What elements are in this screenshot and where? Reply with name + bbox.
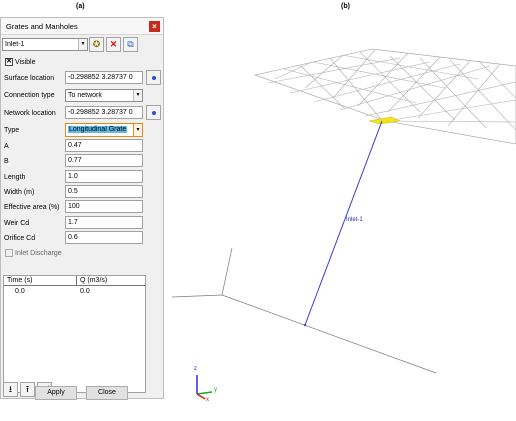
- inlet-select-value: Inlet-1: [5, 41, 25, 48]
- chevron-down-icon[interactable]: ▾: [133, 124, 142, 136]
- param-b-value: 0.77: [68, 157, 82, 164]
- pick-surface-location-button[interactable]: [146, 70, 161, 85]
- type-value: Longitudinal Grate: [68, 126, 128, 133]
- network-location-label: Network location: [4, 110, 56, 117]
- network-ground: [171, 247, 437, 374]
- inlet-connector-line[interactable]: [304, 120, 383, 326]
- param-a-value: 0.47: [68, 142, 82, 149]
- discharge-table[interactable]: Time (s) Q (m3/s) 0.0 0.0: [3, 275, 146, 393]
- length-label: Length: [4, 174, 26, 181]
- close-button[interactable]: Close: [86, 386, 128, 400]
- axis-y-label: y: [214, 387, 217, 393]
- effective-area-field[interactable]: 100: [65, 200, 143, 213]
- width-label: Width (m): [4, 189, 35, 196]
- export-button[interactable]: ⭱: [20, 382, 35, 397]
- param-a-label: A: [4, 143, 9, 150]
- surface-location-field[interactable]: -0.298852 3.28737 0: [65, 71, 143, 84]
- network-location-value: -0.298852 3.28737 0: [68, 109, 133, 116]
- orifice-cd-value: 0.6: [68, 234, 78, 241]
- pick-point-icon: [152, 111, 156, 115]
- param-a-field[interactable]: 0.47: [65, 139, 143, 152]
- table-header: Time (s) Q (m3/s): [4, 276, 145, 286]
- param-b-label: B: [4, 158, 9, 165]
- import-button[interactable]: ⭳: [3, 382, 18, 397]
- length-value: 1.0: [68, 173, 78, 180]
- effective-area-label: Effective area (%): [4, 204, 60, 211]
- close-icon[interactable]: ×: [149, 21, 160, 32]
- inlet-discharge-label: Inlet Discharge: [15, 249, 62, 257]
- pick-point-icon: [152, 76, 156, 80]
- axis-triad: [196, 375, 213, 400]
- panel-title: Grates and Manholes: [6, 22, 78, 31]
- visible-checkbox[interactable]: ✕: [5, 58, 13, 66]
- add-inlet-button[interactable]: ✪: [89, 37, 104, 52]
- column-header-time[interactable]: Time (s): [7, 277, 32, 284]
- visible-label: Visible: [15, 58, 36, 66]
- chevron-down-icon[interactable]: ▾: [78, 39, 87, 50]
- inlet-discharge-row[interactable]: Inlet Discharge: [5, 249, 62, 257]
- weir-cd-value: 1.7: [68, 219, 78, 226]
- inlet-label: Inlet-1: [346, 217, 363, 223]
- orifice-cd-field[interactable]: 0.6: [65, 231, 143, 244]
- visible-checkbox-row[interactable]: ✕ Visible: [5, 58, 36, 66]
- connection-type-label: Connection type: [4, 92, 55, 99]
- effective-area-value: 100: [68, 203, 80, 210]
- inlet-discharge-checkbox[interactable]: [5, 249, 13, 257]
- length-field[interactable]: 1.0: [65, 170, 143, 183]
- pick-network-location-button[interactable]: [146, 105, 161, 120]
- inlet-select[interactable]: Inlet-1 ▾: [2, 38, 88, 51]
- param-b-field[interactable]: 0.77: [65, 154, 143, 167]
- weir-cd-field[interactable]: 1.7: [65, 216, 143, 229]
- table-cell[interactable]: 0.0: [80, 288, 90, 295]
- type-select[interactable]: Longitudinal Grate ▾: [65, 123, 143, 137]
- grates-manholes-panel: Grates and Manholes × Inlet-1 ▾ ✪ ✕ ⧉ ✕ V…: [0, 17, 164, 399]
- axis-x-label: x: [206, 397, 209, 403]
- surface-location-value: -0.298852 3.28737 0: [68, 74, 133, 81]
- delete-inlet-button[interactable]: ✕: [106, 37, 121, 52]
- surface-location-label: Surface location: [4, 75, 55, 82]
- axis-z-label: z: [194, 366, 197, 372]
- width-field[interactable]: 0.5: [65, 185, 143, 198]
- connection-type-select[interactable]: To network ▾: [65, 89, 143, 102]
- chevron-down-icon[interactable]: ▾: [133, 90, 142, 101]
- apply-button[interactable]: Apply: [35, 386, 77, 400]
- panel-titlebar: Grates and Manholes ×: [1, 18, 163, 35]
- width-value: 0.5: [68, 188, 78, 195]
- orifice-cd-label: Orifice Cd: [4, 235, 36, 242]
- column-header-q[interactable]: Q (m3/s): [80, 277, 107, 284]
- type-label: Type: [4, 127, 20, 134]
- table-cell[interactable]: 0.0: [15, 288, 25, 295]
- weir-cd-label: Weir Cd: [4, 220, 30, 227]
- column-separator[interactable]: [76, 276, 77, 285]
- copy-inlet-button[interactable]: ⧉: [123, 37, 138, 52]
- connection-type-value: To network: [68, 92, 102, 99]
- surface-mesh: [253, 48, 516, 145]
- network-location-field[interactable]: -0.298852 3.28737 0: [65, 106, 143, 119]
